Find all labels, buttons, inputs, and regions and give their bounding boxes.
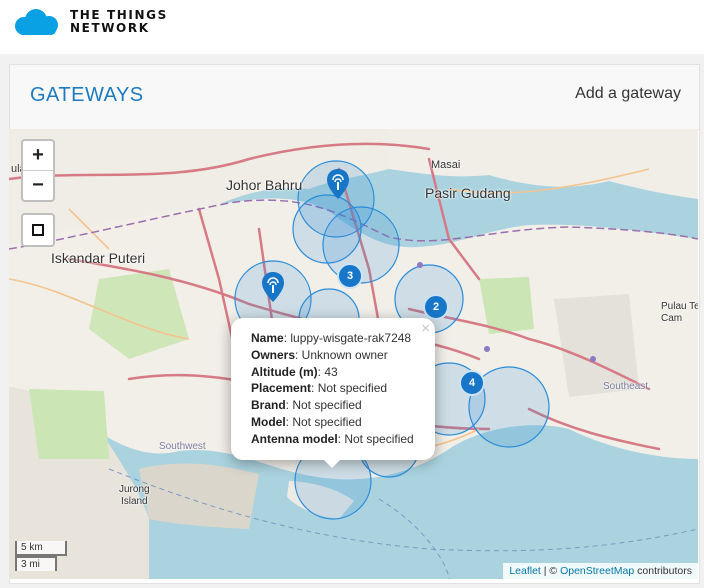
popup-row-altitude: Altitude (m): 43: [251, 364, 414, 381]
zoom-out-button[interactable]: −: [23, 170, 53, 200]
row-label: Placement: [251, 381, 312, 396]
popup-details: Name: luppy-wisgate-rak7248 Owners: Unkn…: [251, 330, 414, 448]
gateway-cluster[interactable]: 4: [459, 370, 485, 396]
top-bar: THE THINGS NETWORK: [0, 0, 704, 54]
map-attribution: Leaflet | © OpenStreetMap contributors: [503, 563, 698, 579]
row-label: Owners: [251, 347, 296, 362]
attribution-contributors: contributors: [634, 565, 692, 577]
logo-wordmark: THE THINGS NETWORK: [70, 9, 168, 35]
gateway-cluster[interactable]: 3: [337, 263, 363, 289]
place-label: Masai: [431, 159, 461, 171]
popup-close-button[interactable]: ×: [421, 320, 430, 337]
row-value: : Not specified: [337, 431, 414, 446]
card-header: GATEWAYS Add a gateway: [10, 65, 699, 130]
popup-row-model: Model: Not specified: [251, 414, 414, 431]
popup-row-placement: Placement: Not specified: [251, 380, 414, 397]
fullscreen-button[interactable]: [21, 213, 55, 247]
place-label: Southeast: [603, 381, 649, 392]
row-value: : Unknown owner: [295, 347, 388, 362]
place-label: Iskandar Puteri: [51, 250, 146, 266]
scale-km: 5 km: [15, 541, 67, 556]
gateway-pin-icon[interactable]: [327, 169, 349, 199]
gateway-cluster[interactable]: 2: [423, 294, 449, 320]
popup-row-owners: Owners: Unknown owner: [251, 347, 414, 364]
row-label: Altitude (m): [251, 364, 318, 379]
zoom-in-button[interactable]: +: [23, 141, 53, 170]
row-label: Name: [251, 331, 284, 345]
place-label: Johor Bahru: [226, 177, 303, 193]
row-value: : Not specified: [311, 381, 388, 396]
gateway-popup: × Name: luppy-wisgate-rak7248 Owners: Un…: [231, 318, 435, 460]
popup-row-name: Name: luppy-wisgate-rak7248: [251, 330, 414, 347]
scale-mi: 3 mi: [15, 556, 57, 571]
place-label: Southwest: [159, 441, 206, 452]
row-label: Brand: [251, 398, 286, 413]
attribution-separator: | ©: [540, 565, 561, 577]
popup-row-antenna: Antenna model: Not specified: [251, 431, 414, 448]
popup-row-brand: Brand: Not specified: [251, 397, 414, 414]
map-scale: 5 km 3 mi: [15, 541, 67, 571]
leaflet-link[interactable]: Leaflet: [509, 565, 541, 577]
logo-line-2: NETWORK: [70, 21, 150, 35]
gateway-pin-icon[interactable]: [262, 272, 284, 302]
row-label: Model: [251, 414, 286, 429]
fullscreen-icon: [32, 224, 44, 236]
row-value: : luppy-wisgate-rak7248: [283, 331, 412, 345]
place-label: Pasir Gudang: [425, 185, 511, 201]
place-label: Pulau Te Cam: [661, 301, 698, 324]
cloud-logo-icon: [15, 9, 58, 35]
add-gateway-link[interactable]: Add a gateway: [575, 85, 681, 103]
page-title: GATEWAYS: [30, 84, 144, 106]
row-value: : Not specified: [285, 398, 362, 413]
ttn-logo[interactable]: THE THINGS NETWORK: [10, 8, 168, 36]
row-value: : Not specified: [285, 414, 362, 429]
gateway-map[interactable]: 3 2 4 Johor Bahru Pasir Gudang Iskandar …: [9, 129, 698, 579]
popup-tip: [322, 458, 342, 468]
zoom-control: + −: [21, 139, 55, 202]
place-label: Jurong Island: [119, 484, 150, 507]
row-label: Antenna model: [251, 431, 338, 446]
row-value: : 43: [317, 364, 338, 379]
osm-link[interactable]: OpenStreetMap: [560, 565, 634, 577]
